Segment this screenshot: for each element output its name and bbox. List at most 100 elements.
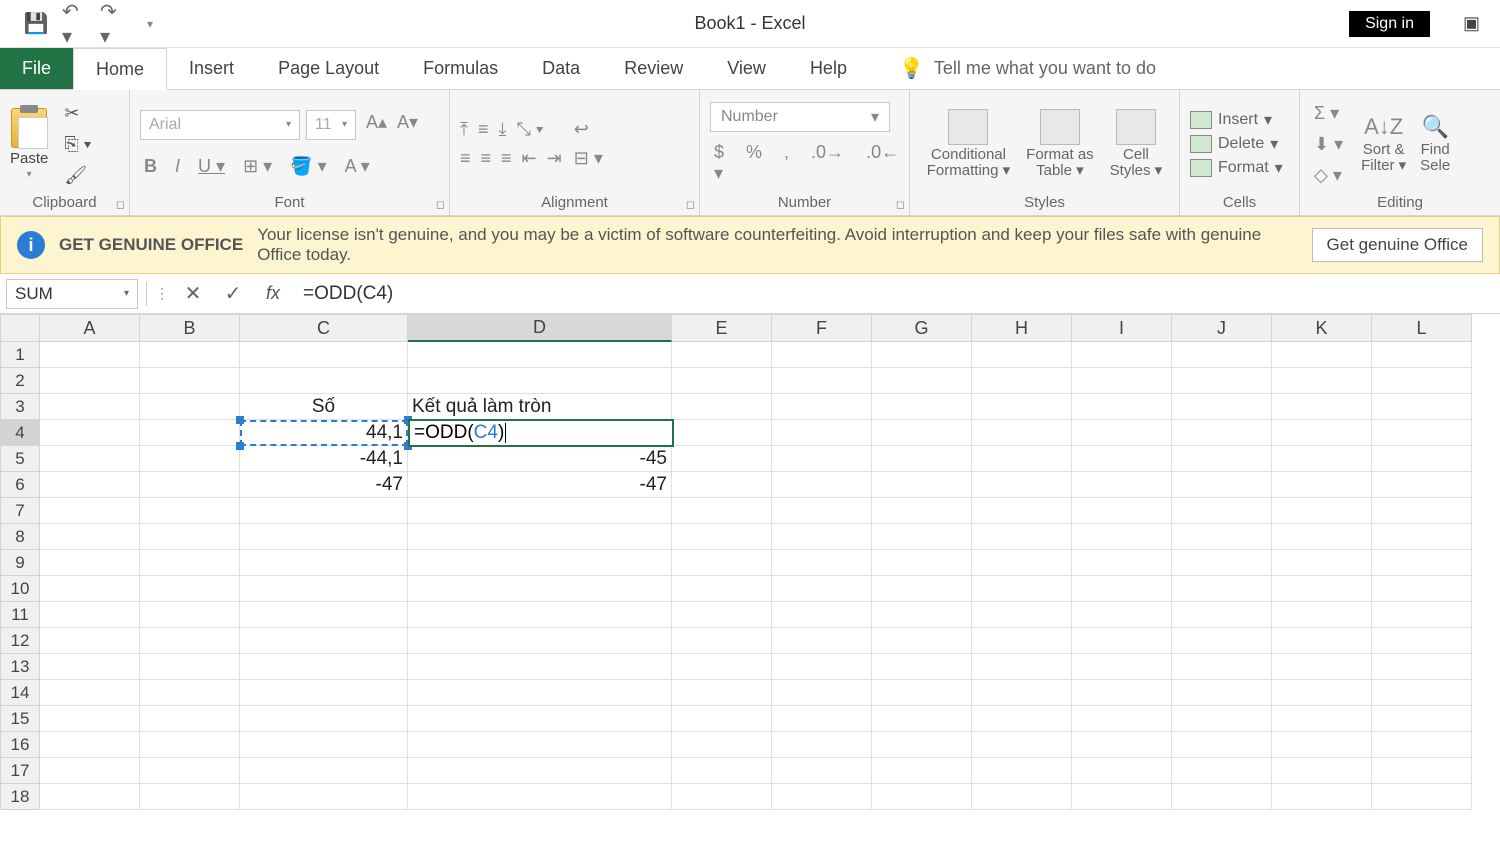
- row-header[interactable]: 12: [0, 628, 40, 654]
- col-header[interactable]: I: [1072, 314, 1172, 342]
- cell[interactable]: [40, 472, 140, 498]
- cell[interactable]: [872, 628, 972, 654]
- cell[interactable]: [672, 550, 772, 576]
- underline-button[interactable]: U ▾: [194, 154, 229, 179]
- cell[interactable]: [1172, 628, 1272, 654]
- cell[interactable]: [1372, 342, 1472, 368]
- clear-icon[interactable]: ◇ ▾: [1310, 163, 1347, 188]
- cell[interactable]: [672, 498, 772, 524]
- cell[interactable]: [1172, 524, 1272, 550]
- cell[interactable]: [1072, 472, 1172, 498]
- tab-home[interactable]: Home: [73, 48, 167, 90]
- select-all-corner[interactable]: [0, 314, 40, 342]
- cell[interactable]: [1272, 368, 1372, 394]
- cell[interactable]: [408, 758, 672, 784]
- col-header[interactable]: D: [408, 314, 672, 342]
- cell[interactable]: [672, 342, 772, 368]
- tab-review[interactable]: Review: [602, 48, 705, 89]
- align-middle-icon[interactable]: ≡: [478, 119, 489, 140]
- qat-customize-icon[interactable]: ▾: [138, 12, 162, 36]
- cell[interactable]: [1172, 472, 1272, 498]
- cell[interactable]: [1072, 706, 1172, 732]
- row-header[interactable]: 11: [0, 602, 40, 628]
- cell[interactable]: [1272, 342, 1372, 368]
- cell[interactable]: [1272, 628, 1372, 654]
- comma-format-icon[interactable]: ,: [780, 140, 793, 186]
- align-top-icon[interactable]: ⤒: [460, 119, 468, 140]
- cell[interactable]: [40, 524, 140, 550]
- cell[interactable]: [240, 602, 408, 628]
- tab-data[interactable]: Data: [520, 48, 602, 89]
- tab-help[interactable]: Help: [788, 48, 869, 89]
- col-header[interactable]: H: [972, 314, 1072, 342]
- cell[interactable]: [240, 732, 408, 758]
- cell[interactable]: [1372, 394, 1472, 420]
- cell[interactable]: [772, 420, 872, 446]
- cell[interactable]: [1072, 576, 1172, 602]
- fill-icon[interactable]: ⬇ ▾: [1310, 132, 1347, 157]
- cell[interactable]: [1072, 628, 1172, 654]
- cell[interactable]: [40, 784, 140, 810]
- dialog-launcher-icon[interactable]: ◻: [116, 198, 125, 211]
- fill-color-button[interactable]: 🪣 ▾: [286, 154, 330, 179]
- indent-increase-icon[interactable]: ⇥: [547, 148, 562, 169]
- tab-file[interactable]: File: [0, 48, 73, 89]
- format-painter-icon[interactable]: 🖌: [64, 165, 91, 186]
- percent-format-icon[interactable]: %: [742, 140, 766, 186]
- cell[interactable]: [1372, 680, 1472, 706]
- cell[interactable]: [1372, 628, 1472, 654]
- cell[interactable]: [1272, 446, 1372, 472]
- cell[interactable]: [1172, 576, 1272, 602]
- cell[interactable]: [408, 732, 672, 758]
- cell[interactable]: [872, 758, 972, 784]
- cell[interactable]: [40, 342, 140, 368]
- col-header[interactable]: C: [240, 314, 408, 342]
- cell[interactable]: [40, 446, 140, 472]
- cell[interactable]: [1372, 446, 1472, 472]
- align-left-icon[interactable]: ≡: [460, 148, 471, 169]
- cell[interactable]: [972, 602, 1072, 628]
- col-header[interactable]: J: [1172, 314, 1272, 342]
- borders-button[interactable]: ⊞ ▾: [239, 154, 276, 179]
- cell[interactable]: [140, 654, 240, 680]
- format-cells-button[interactable]: Format ▾: [1190, 158, 1289, 178]
- cell[interactable]: [240, 524, 408, 550]
- dialog-launcher-icon[interactable]: ◻: [436, 198, 445, 211]
- undo-icon[interactable]: ↶ ▾: [62, 12, 86, 36]
- cell[interactable]: [40, 602, 140, 628]
- cell[interactable]: [872, 550, 972, 576]
- cell[interactable]: [672, 394, 772, 420]
- cell[interactable]: [972, 498, 1072, 524]
- cell[interactable]: [140, 602, 240, 628]
- cell[interactable]: [1172, 680, 1272, 706]
- cell[interactable]: [1372, 784, 1472, 810]
- cell[interactable]: [40, 420, 140, 446]
- cell[interactable]: [972, 654, 1072, 680]
- cell[interactable]: [1172, 602, 1272, 628]
- cell[interactable]: [1372, 368, 1472, 394]
- cell[interactable]: [140, 784, 240, 810]
- formula-input[interactable]: =ODD(C4): [297, 283, 1494, 305]
- cell[interactable]: [1272, 472, 1372, 498]
- tab-insert[interactable]: Insert: [167, 48, 256, 89]
- active-cell-editor[interactable]: =ODD(C4): [408, 419, 674, 447]
- cell[interactable]: [772, 368, 872, 394]
- save-icon[interactable]: 💾: [24, 12, 48, 36]
- dialog-launcher-icon[interactable]: ◻: [896, 198, 905, 211]
- cell[interactable]: [408, 342, 672, 368]
- cell[interactable]: [772, 446, 872, 472]
- cell[interactable]: [40, 628, 140, 654]
- cell[interactable]: -45: [408, 446, 672, 472]
- cell[interactable]: -47: [408, 472, 672, 498]
- cell[interactable]: [240, 680, 408, 706]
- merge-center-icon[interactable]: ⊟ ▾: [574, 148, 603, 169]
- cell[interactable]: [40, 654, 140, 680]
- cell[interactable]: [1372, 602, 1472, 628]
- cell[interactable]: [408, 680, 672, 706]
- dialog-launcher-icon[interactable]: ◻: [686, 198, 695, 211]
- cell[interactable]: [240, 706, 408, 732]
- row-header[interactable]: 9: [0, 550, 40, 576]
- marquee-handle[interactable]: [236, 442, 244, 450]
- cell[interactable]: [1372, 706, 1472, 732]
- cell[interactable]: [1372, 550, 1472, 576]
